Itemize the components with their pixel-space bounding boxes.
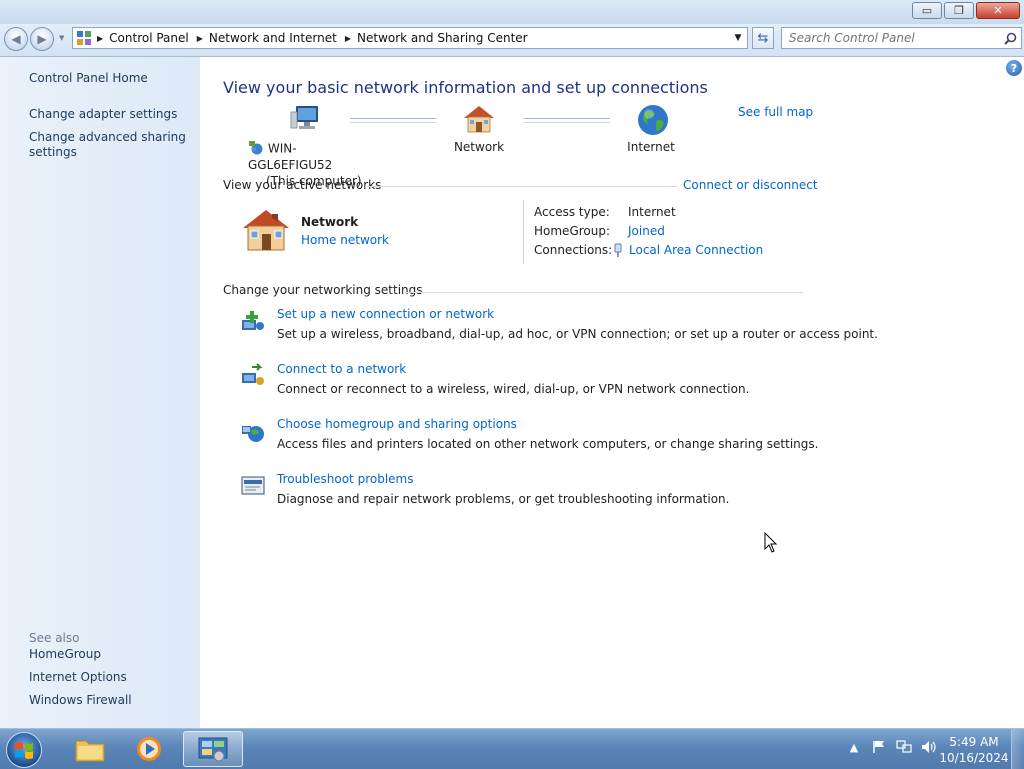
network-tray-icon[interactable] bbox=[896, 739, 912, 755]
home-network-icon bbox=[242, 208, 290, 255]
connect-to-network-link[interactable]: Connect to a network bbox=[277, 362, 406, 376]
control-panel-taskbar-icon bbox=[198, 737, 228, 762]
see-full-map-link[interactable]: See full map bbox=[738, 105, 813, 119]
close-button[interactable]: ✕ bbox=[976, 2, 1020, 19]
connect-or-disconnect-link[interactable]: Connect or disconnect bbox=[683, 178, 818, 192]
network-map-label: Network bbox=[453, 140, 505, 154]
access-type-label: Access type: bbox=[534, 205, 610, 219]
title-bar: ▭ ❐ ✕ bbox=[0, 0, 1024, 24]
search-icon[interactable] bbox=[999, 32, 1021, 45]
folder-icon bbox=[75, 740, 105, 762]
page-title: View your basic network information and … bbox=[223, 78, 708, 97]
new-connection-icon bbox=[240, 308, 268, 336]
back-arrow-icon: ◀ bbox=[11, 32, 21, 46]
network-globe-small-icon bbox=[248, 140, 264, 158]
action-center-flag-icon[interactable] bbox=[871, 739, 887, 755]
troubleshoot-problems-desc: Diagnose and repair network problems, or… bbox=[277, 492, 730, 506]
left-nav-pane: Control Panel Home Change adapter settin… bbox=[0, 57, 200, 728]
internet-options-link[interactable]: Internet Options bbox=[29, 670, 194, 685]
map-connection-line bbox=[350, 118, 436, 123]
start-button[interactable] bbox=[6, 732, 42, 768]
troubleshoot-problems-link[interactable]: Troubleshoot problems bbox=[277, 472, 413, 486]
back-button[interactable]: ◀ bbox=[4, 27, 28, 51]
breadcrumb-separator-icon: ▶ bbox=[196, 33, 203, 43]
show-desktop-button[interactable] bbox=[1011, 729, 1024, 769]
see-also-header: See also bbox=[29, 631, 80, 645]
network-house-icon bbox=[462, 104, 496, 137]
local-area-connection-link[interactable]: Local Area Connection bbox=[629, 243, 763, 257]
connections-label: Connections: bbox=[534, 243, 613, 257]
vertical-divider bbox=[523, 200, 524, 264]
breadcrumb-separator-icon: ▶ bbox=[344, 33, 352, 43]
setup-new-connection-link[interactable]: Set up a new connection or network bbox=[277, 307, 494, 321]
clock-date: 10/16/2024 bbox=[939, 751, 1009, 765]
homegroup-sharing-options-link[interactable]: Choose homegroup and sharing options bbox=[277, 417, 517, 431]
setup-new-connection-desc: Set up a wireless, broadband, dial-up, a… bbox=[277, 327, 878, 341]
breadcrumb-separator-icon: ▶ bbox=[97, 33, 104, 43]
search-box[interactable] bbox=[781, 27, 1022, 49]
recent-pages-dropdown-icon[interactable]: ▼ bbox=[59, 34, 64, 42]
homegroup-sharing-icon bbox=[240, 418, 268, 446]
network-sharing-center-window: ▭ ❐ ✕ ◀ ▶ ▼ ▶ Control Panel ▶ Network an… bbox=[0, 0, 1024, 728]
show-hidden-icons-icon[interactable]: ▲ bbox=[846, 739, 862, 755]
home-network-link[interactable]: Home network bbox=[301, 233, 389, 247]
search-input[interactable] bbox=[782, 28, 999, 48]
taskbar-explorer[interactable] bbox=[62, 731, 118, 767]
taskbar-control-panel[interactable] bbox=[183, 731, 243, 767]
active-network-name: Network bbox=[301, 215, 359, 229]
notification-area: ▲ bbox=[846, 739, 937, 755]
networking-settings-header: Change your networking settings bbox=[223, 283, 423, 297]
window-controls: ▭ ❐ ✕ bbox=[912, 2, 1020, 19]
homegroup-joined-link[interactable]: Joined bbox=[628, 224, 665, 238]
help-button[interactable]: ? bbox=[1006, 60, 1022, 76]
internet-map-label: Internet bbox=[627, 140, 675, 154]
homegroup-label: HomeGroup: bbox=[534, 224, 611, 238]
homegroup-sharing-options-desc: Access files and printers located on oth… bbox=[277, 437, 819, 451]
refresh-button[interactable]: ⇆ bbox=[752, 27, 774, 49]
control-panel-home-link[interactable]: Control Panel Home bbox=[29, 71, 194, 86]
connect-network-icon bbox=[240, 363, 268, 391]
taskbar: ▲ 5:49 AM 10/16/2024 bbox=[0, 728, 1024, 769]
access-type-value: Internet bbox=[628, 205, 676, 219]
section-divider bbox=[365, 186, 677, 187]
system-clock[interactable]: 5:49 AM 10/16/2024 bbox=[938, 734, 1010, 766]
active-networks-header: View your active networks bbox=[223, 178, 382, 192]
address-bar[interactable]: ▶ Control Panel ▶ Network and Internet ▶… bbox=[72, 27, 748, 49]
computer-icon bbox=[290, 104, 322, 137]
address-dropdown-icon[interactable]: ▼ bbox=[729, 28, 747, 48]
media-player-icon bbox=[137, 737, 161, 761]
ethernet-icon bbox=[612, 243, 624, 260]
internet-globe-icon bbox=[637, 104, 669, 139]
windows-firewall-link[interactable]: Windows Firewall bbox=[29, 693, 194, 708]
troubleshoot-icon bbox=[240, 473, 268, 501]
taskbar-media-player[interactable] bbox=[121, 731, 177, 767]
breadcrumb-network-and-internet[interactable]: Network and Internet bbox=[209, 31, 337, 45]
clock-time: 5:49 AM bbox=[949, 735, 999, 749]
connect-to-network-desc: Connect or reconnect to a wireless, wire… bbox=[277, 382, 750, 396]
breadcrumb-network-sharing-center[interactable]: Network and Sharing Center bbox=[357, 31, 528, 45]
change-advanced-sharing-settings-link[interactable]: Change advanced sharing settings bbox=[29, 130, 194, 160]
mouse-pointer-icon bbox=[764, 531, 778, 557]
maximize-button[interactable]: ❐ bbox=[944, 2, 974, 19]
homegroup-link[interactable]: HomeGroup bbox=[29, 647, 194, 662]
change-adapter-settings-link[interactable]: Change adapter settings bbox=[29, 107, 194, 122]
forward-button[interactable]: ▶ bbox=[30, 27, 54, 51]
navigation-bar: ◀ ▶ ▼ ▶ Control Panel ▶ Network and Inte… bbox=[0, 24, 1024, 57]
refresh-icon: ⇆ bbox=[757, 30, 769, 46]
section-divider bbox=[403, 292, 803, 293]
map-connection-line bbox=[524, 118, 610, 123]
minimize-button[interactable]: ▭ bbox=[912, 2, 942, 19]
windows-logo-icon bbox=[15, 742, 33, 759]
forward-arrow-icon: ▶ bbox=[37, 32, 47, 46]
volume-icon[interactable] bbox=[921, 739, 937, 755]
breadcrumb-control-panel[interactable]: Control Panel bbox=[109, 31, 189, 45]
control-panel-icon bbox=[73, 28, 95, 48]
